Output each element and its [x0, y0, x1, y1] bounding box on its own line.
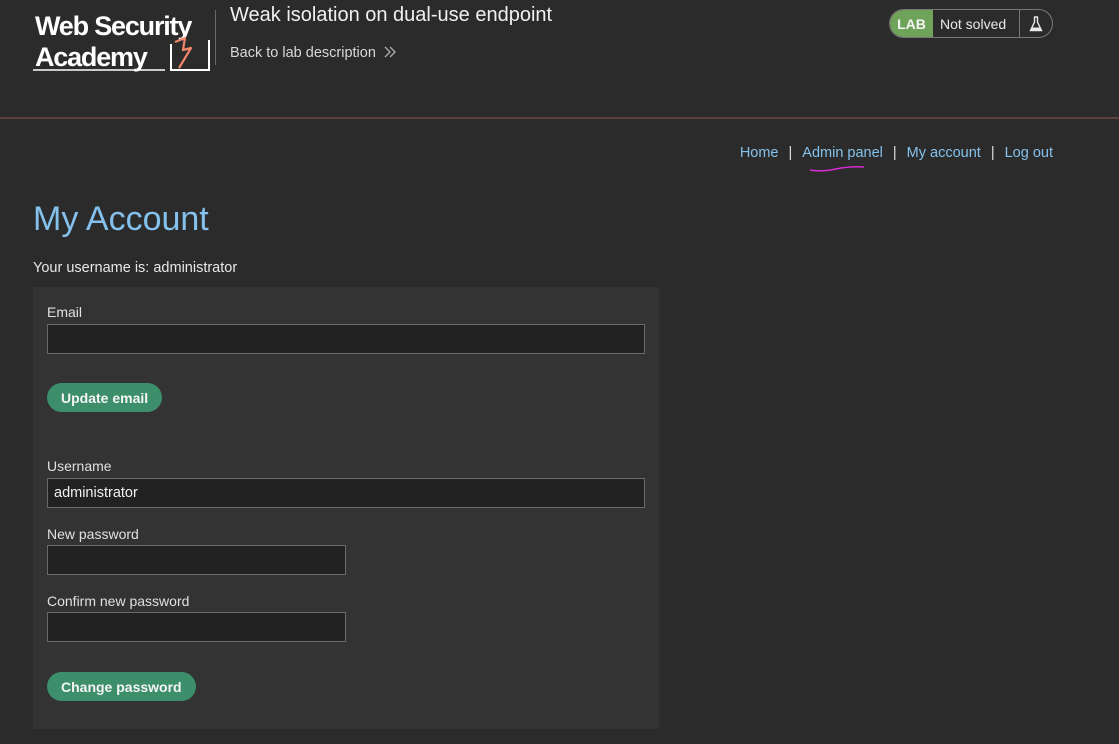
- nav-separator: |: [892, 145, 897, 161]
- change-password-button[interactable]: Change password: [47, 672, 196, 701]
- new-password-field[interactable]: [47, 545, 346, 575]
- double-chevron-right-icon: [384, 45, 398, 61]
- username-field[interactable]: [47, 478, 645, 508]
- account-forms-panel: Email Update email Username New password…: [33, 287, 659, 729]
- web-security-academy-logo[interactable]: Web Security Academy: [33, 8, 213, 74]
- username-label: Username: [47, 458, 112, 474]
- nav-separator: |: [788, 145, 793, 161]
- flask-icon: [1020, 10, 1052, 37]
- nav-my-account-link[interactable]: My account: [907, 145, 981, 161]
- lab-status-widget: LAB Not solved: [889, 9, 1053, 38]
- update-email-button[interactable]: Update email: [47, 383, 163, 412]
- email-field[interactable]: [47, 324, 645, 354]
- email-label: Email: [47, 304, 83, 320]
- lab-header: Web Security Academy Weak isolation on d…: [0, 0, 1119, 119]
- nav-separator: |: [990, 145, 995, 161]
- lab-title: Weak isolation on dual-use endpoint: [230, 4, 553, 26]
- header-divider: [215, 10, 216, 65]
- lab-badge: LAB: [890, 10, 933, 37]
- lab-status-text: Not solved: [933, 10, 1020, 37]
- back-to-lab-description-link[interactable]: Back to lab description: [230, 45, 398, 61]
- new-password-label: New password: [47, 526, 139, 542]
- svg-text:Web Security: Web Security: [35, 11, 192, 41]
- admin-panel-highlight-underline: [810, 165, 865, 172]
- nav-log-out-link[interactable]: Log out: [1005, 145, 1053, 161]
- nav-admin-panel-link[interactable]: Admin panel: [802, 145, 883, 161]
- back-link-label: Back to lab description: [230, 45, 376, 61]
- svg-text:Academy: Academy: [35, 42, 148, 72]
- page-title: My Account: [33, 200, 209, 238]
- nav-admin-panel-wrapper: Admin panel: [802, 145, 883, 172]
- confirm-password-field[interactable]: [47, 612, 346, 642]
- top-nav: Home | Admin panel | My account | Log ou…: [740, 145, 1053, 172]
- nav-home-link[interactable]: Home: [740, 145, 779, 161]
- current-username-text: Your username is: administrator: [33, 260, 238, 276]
- confirm-password-label: Confirm new password: [47, 593, 190, 609]
